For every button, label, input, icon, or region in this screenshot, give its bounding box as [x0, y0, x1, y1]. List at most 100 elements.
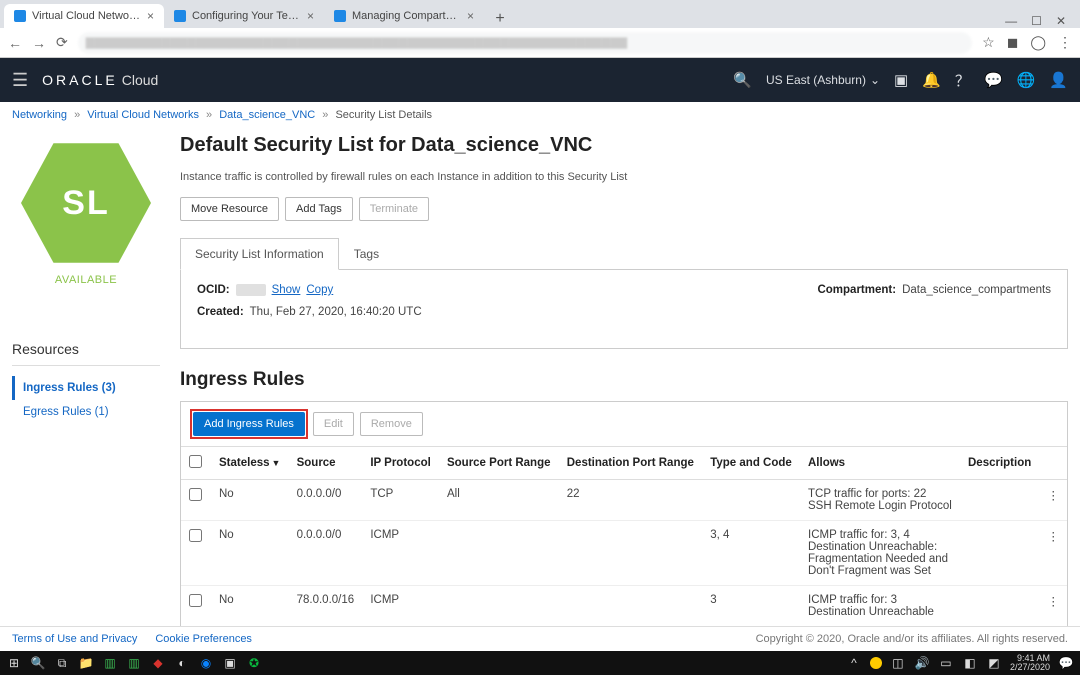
user-icon[interactable]: 👤 [1049, 71, 1068, 89]
oci-header: ☰ ORACLE Cloud 🔍 US East (Ashburn)⌄ ▣ 🔔 … [0, 58, 1080, 102]
breadcrumb-link[interactable]: Virtual Cloud Networks [87, 109, 199, 121]
cell-ip: TCP [362, 480, 439, 521]
cell-allows: ICMP traffic for: 3, 4 Destination Unrea… [800, 521, 960, 586]
taskbar-app-icon[interactable]: ▥ [126, 655, 142, 671]
help-icon[interactable]: ？ [955, 70, 970, 91]
sidebar-item-egress-rules[interactable]: Egress Rules (1) [12, 400, 160, 424]
row-menu-icon[interactable]: ⋮ [1040, 521, 1068, 586]
cloud-shell-icon[interactable]: ▣ [894, 71, 908, 89]
task-view-icon[interactable]: ⧉ [54, 655, 70, 671]
tab-security-list-info[interactable]: Security List Information [180, 238, 339, 270]
taskbar-clock[interactable]: 9:41 AM 2/27/2020 [1010, 654, 1050, 672]
taskbar-app-icon[interactable]: ▥ [102, 655, 118, 671]
select-all-checkbox[interactable] [189, 455, 202, 468]
table-row: No 78.0.0.0/16 ICMP 3 ICMP traffic for: … [181, 586, 1067, 627]
tray-icon[interactable]: ◩ [986, 655, 1002, 671]
breadcrumb-link[interactable]: Networking [12, 109, 67, 121]
col-ip-protocol[interactable]: IP Protocol [362, 447, 439, 480]
cell-ip: ICMP [362, 586, 439, 627]
search-taskbar-icon[interactable]: 🔍 [30, 655, 46, 671]
taskbar-app-icon[interactable]: ◆ [150, 655, 166, 671]
window-close-button[interactable]: ✕ [1056, 14, 1066, 28]
row-checkbox[interactable] [189, 529, 202, 542]
browser-tab[interactable]: Managing Compartments × [324, 4, 484, 28]
ocid-label: OCID: [197, 284, 230, 296]
resource-status: AVAILABLE [12, 274, 160, 286]
ocid-masked [236, 284, 266, 296]
nav-forward-button[interactable]: → [32, 35, 46, 51]
taskbar-chrome-icon[interactable]: ◐ [174, 655, 190, 671]
row-menu-icon[interactable]: ⋮ [1040, 480, 1068, 521]
terminate-button[interactable]: Terminate [359, 197, 429, 221]
row-menu-icon[interactable]: ⋮ [1040, 586, 1068, 627]
terms-link[interactable]: Terms of Use and Privacy [12, 633, 137, 645]
add-ingress-rules-button[interactable]: Add Ingress Rules [193, 412, 305, 436]
extension-icon[interactable]: ◼ [1007, 34, 1019, 51]
nav-reload-button[interactable]: ⟳ [56, 34, 68, 51]
hamburger-menu-icon[interactable]: ☰ [12, 70, 28, 91]
notifications-icon[interactable]: 🔔 [922, 71, 941, 89]
taskbar-wechat-icon[interactable]: ✪ [246, 655, 262, 671]
tray-icon[interactable]: ◧ [962, 655, 978, 671]
cell-stateless: No [211, 586, 289, 627]
globe-icon[interactable]: 🌐 [1017, 71, 1036, 89]
cookie-preferences-link[interactable]: Cookie Preferences [155, 633, 252, 645]
col-type-code[interactable]: Type and Code [702, 447, 800, 480]
region-selector[interactable]: US East (Ashburn)⌄ [766, 73, 880, 87]
window-minimize-button[interactable]: — [1005, 14, 1017, 28]
windows-taskbar: ⊞ 🔍 ⧉ 📁 ▥ ▥ ◆ ◐ ◉ ▣ ✪ ^ ◫ 🔊 ▭ ◧ ◩ 9:41 A… [0, 651, 1080, 675]
favicon-icon [174, 10, 186, 22]
tray-notifications-icon[interactable]: 💬 [1058, 655, 1074, 671]
cell-stateless: No [211, 480, 289, 521]
row-checkbox[interactable] [189, 488, 202, 501]
profile-icon[interactable]: ◯ [1030, 34, 1046, 51]
col-description[interactable]: Description [960, 447, 1040, 480]
window-maximize-button[interactable]: ☐ [1031, 14, 1042, 28]
row-checkbox[interactable] [189, 594, 202, 607]
move-resource-button[interactable]: Move Resource [180, 197, 279, 221]
taskbar-app-icon[interactable]: ▣ [222, 655, 238, 671]
edit-rule-button[interactable]: Edit [313, 412, 354, 436]
tray-volume-icon[interactable]: 🔊 [914, 655, 930, 671]
tab-title: Configuring Your Tenancy for Da [192, 10, 301, 22]
start-button[interactable]: ⊞ [6, 655, 22, 671]
compartment-value: Data_science_compartments [902, 284, 1051, 296]
new-tab-button[interactable]: + [488, 10, 512, 28]
tray-chevron-icon[interactable]: ^ [846, 655, 862, 671]
tab-close-icon[interactable]: × [467, 9, 474, 23]
address-input[interactable]: ▇▇▇▇▇▇▇▇▇▇▇▇▇▇▇▇▇▇▇▇▇▇▇▇▇▇▇▇▇▇▇▇▇▇▇▇▇▇▇▇… [78, 32, 972, 54]
bookmark-icon[interactable]: ☆ [982, 34, 995, 51]
remove-rule-button[interactable]: Remove [360, 412, 423, 436]
col-stateless[interactable]: Stateless▼ [211, 447, 289, 480]
tab-close-icon[interactable]: × [307, 9, 314, 23]
ocid-copy-link[interactable]: Copy [306, 284, 333, 296]
ocid-show-link[interactable]: Show [272, 284, 301, 296]
breadcrumb-link[interactable]: Data_science_VNC [219, 109, 315, 121]
cell-spr [439, 586, 559, 627]
sidebar-item-ingress-rules[interactable]: Ingress Rules (3) [12, 376, 160, 400]
tab-tags[interactable]: Tags [339, 238, 394, 270]
tray-network-icon[interactable]: ◫ [890, 655, 906, 671]
page-title: Default Security List for Data_science_V… [180, 134, 1068, 157]
nav-back-button[interactable]: ← [8, 35, 22, 51]
col-source[interactable]: Source [289, 447, 363, 480]
info-panel: OCID: Show Copy Created: Thu, Feb 27, 20… [180, 270, 1068, 349]
col-allows[interactable]: Allows [800, 447, 960, 480]
col-destination-port-range[interactable]: Destination Port Range [559, 447, 702, 480]
tab-title: Managing Compartments [352, 10, 461, 22]
chat-icon[interactable]: 💬 [984, 71, 1003, 89]
taskbar-app-icon[interactable]: 📁 [78, 655, 94, 671]
tray-battery-icon[interactable]: ▭ [938, 655, 954, 671]
browser-tab-active[interactable]: Virtual Cloud Networks | Oracle × [4, 4, 164, 28]
tray-icon[interactable] [870, 657, 882, 669]
tab-close-icon[interactable]: × [147, 9, 154, 23]
browser-tab[interactable]: Configuring Your Tenancy for Da × [164, 4, 324, 28]
created-value: Thu, Feb 27, 2020, 16:40:20 UTC [250, 306, 422, 318]
taskbar-app-icon[interactable]: ◉ [198, 655, 214, 671]
add-tags-button[interactable]: Add Tags [285, 197, 353, 221]
brand-logo[interactable]: ORACLE Cloud [42, 72, 158, 88]
favicon-icon [14, 10, 26, 22]
col-source-port-range[interactable]: Source Port Range [439, 447, 559, 480]
search-icon[interactable]: 🔍 [733, 71, 752, 89]
menu-icon[interactable]: ⋮ [1058, 34, 1072, 51]
